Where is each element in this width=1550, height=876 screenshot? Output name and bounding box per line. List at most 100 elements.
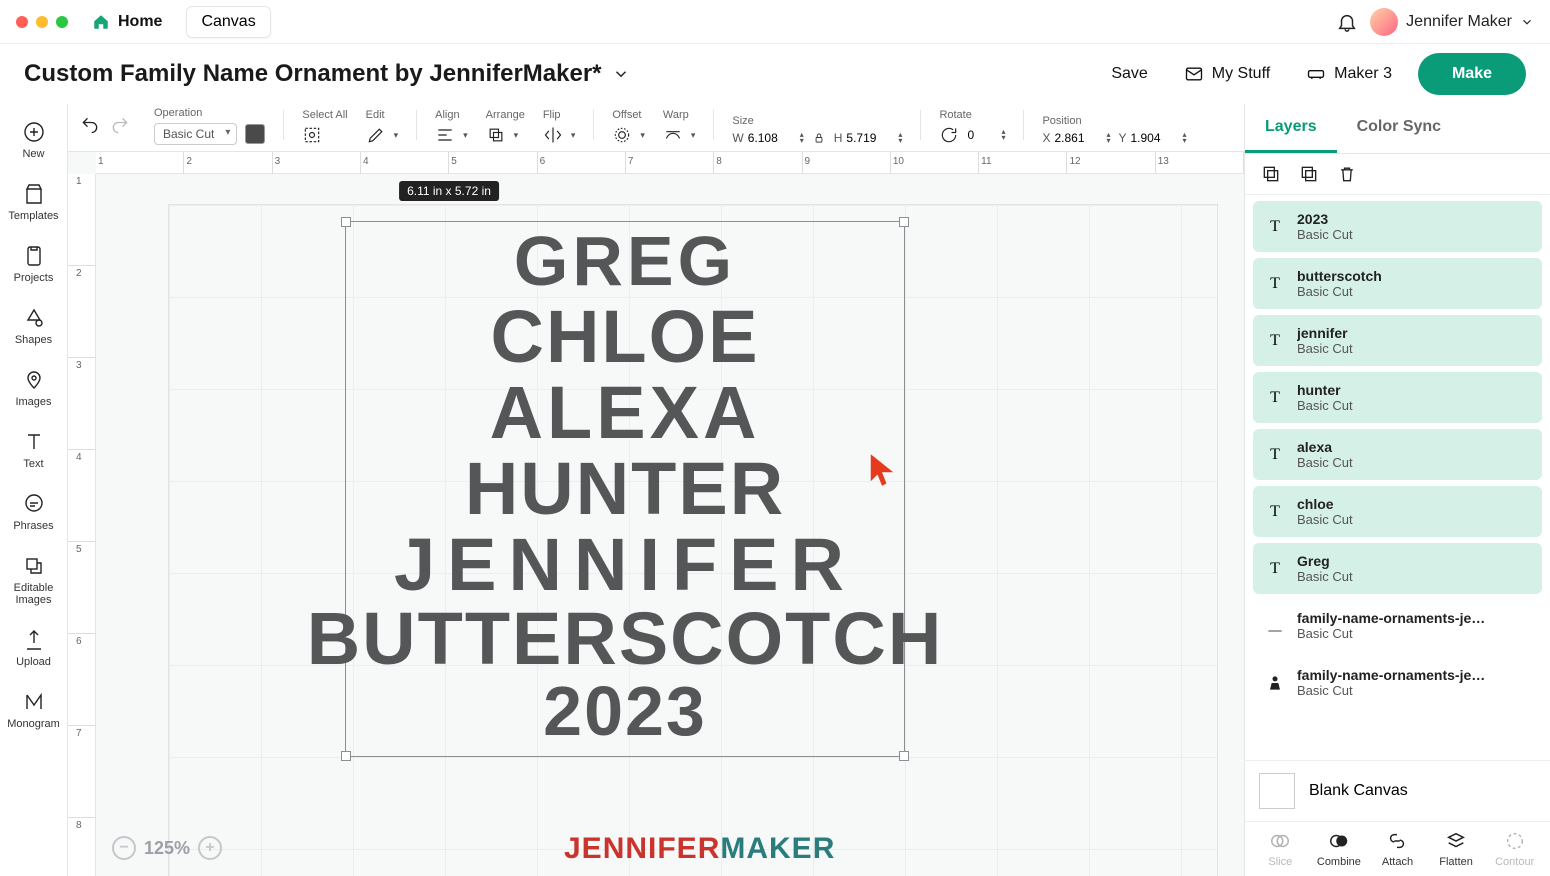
layer-sub: Basic Cut — [1297, 284, 1382, 299]
layer-item[interactable]: T2023Basic Cut — [1253, 201, 1542, 252]
layer-item[interactable]: ThunterBasic Cut — [1253, 372, 1542, 423]
handle-se[interactable] — [899, 751, 909, 761]
envelope-icon — [1184, 64, 1204, 84]
lock-icon[interactable] — [812, 131, 826, 145]
zoom-controls: − 125% + — [112, 836, 222, 860]
handle-nw[interactable] — [341, 217, 351, 227]
blank-canvas-row[interactable]: Blank Canvas — [1245, 760, 1550, 821]
fullscreen-window-dot[interactable] — [56, 16, 68, 28]
width-input[interactable] — [748, 131, 796, 145]
my-stuff-button[interactable]: My Stuff — [1174, 56, 1280, 92]
zoom-in-button[interactable]: + — [198, 836, 222, 860]
text-layer-icon: T — [1265, 274, 1285, 294]
text-layer-icon: T — [1265, 217, 1285, 237]
sidebar-shapes[interactable]: Shapes — [0, 298, 67, 354]
align-icon[interactable] — [435, 125, 455, 145]
sidebar-editable[interactable]: Editable Images — [0, 546, 67, 614]
rotate-field[interactable]: ▴▾ — [967, 128, 1005, 142]
undo-icon[interactable] — [80, 115, 100, 135]
width-stepper[interactable]: ▴▾ — [800, 132, 804, 144]
ruler-vertical: 12345678 — [68, 174, 96, 876]
rotate-input[interactable] — [967, 128, 997, 142]
select-all-icon[interactable] — [302, 125, 322, 145]
editable-icon — [22, 554, 46, 578]
warp-icon[interactable] — [663, 125, 683, 145]
flatten-button[interactable]: Flatten — [1428, 830, 1484, 868]
selection-box[interactable]: GREG CHLOE ALEXA HUNTER JENNIFER BUTTERS… — [345, 221, 905, 757]
sidebar-images[interactable]: Images — [0, 360, 67, 416]
layer-item[interactable]: TchloeBasic Cut — [1253, 486, 1542, 537]
height-stepper[interactable]: ▴▾ — [898, 132, 902, 144]
sidebar-projects[interactable]: Projects — [0, 236, 67, 292]
handle-sw[interactable] — [341, 751, 351, 761]
group-select-icon[interactable] — [1261, 164, 1281, 184]
y-stepper[interactable]: ▴▾ — [1183, 132, 1187, 144]
text-2023[interactable]: 2023 — [543, 680, 707, 743]
project-title[interactable]: Custom Family Name Ornament by JenniferM… — [24, 60, 630, 88]
width-field[interactable]: W▴▾ — [732, 131, 803, 145]
canvas-area[interactable]: 12345678910111213 12345678 6.11 in x 5.7… — [68, 152, 1244, 876]
sidebar-monogram[interactable]: Monogram — [0, 682, 67, 738]
notifications-icon[interactable] — [1336, 11, 1358, 33]
layer-sub: Basic Cut — [1297, 512, 1353, 527]
x-stepper[interactable]: ▴▾ — [1106, 132, 1110, 144]
rotate-icon[interactable] — [939, 125, 959, 145]
sidebar-upload[interactable]: Upload — [0, 620, 67, 676]
sidebar-phrases[interactable]: Phrases — [0, 484, 67, 540]
text-jennifer[interactable]: JENNIFER — [394, 532, 856, 599]
zoom-out-button[interactable]: − — [112, 836, 136, 860]
tab-color-sync[interactable]: Color Sync — [1337, 104, 1461, 153]
layer-item[interactable]: TalexaBasic Cut — [1253, 429, 1542, 480]
y-input[interactable] — [1131, 131, 1179, 145]
ruler-horizontal: 12345678910111213 — [96, 152, 1244, 174]
tab-canvas[interactable]: Canvas — [186, 6, 270, 38]
text-hunter[interactable]: HUNTER — [465, 456, 785, 523]
color-swatch[interactable] — [245, 124, 265, 144]
sidebar-text[interactable]: Text — [0, 422, 67, 478]
layer-item[interactable]: family-name-ornaments-je…Basic Cut — [1253, 600, 1542, 651]
minimize-window-dot[interactable] — [36, 16, 48, 28]
attach-button[interactable]: Attach — [1369, 830, 1425, 868]
machine-button[interactable]: Maker 3 — [1296, 56, 1402, 92]
operation-select[interactable]: Basic Cut — [154, 123, 237, 145]
templates-icon — [22, 182, 46, 206]
delete-icon[interactable] — [1337, 164, 1357, 184]
layer-item[interactable]: TjenniferBasic Cut — [1253, 315, 1542, 366]
text-chloe[interactable]: CHLOE — [491, 304, 760, 371]
layer-item[interactable]: TGregBasic Cut — [1253, 543, 1542, 594]
tab-layers[interactable]: Layers — [1245, 104, 1337, 153]
text-butterscotch[interactable]: BUTTERSCOTCH — [307, 606, 944, 673]
duplicate-icon[interactable] — [1299, 164, 1319, 184]
user-menu[interactable]: Jennifer Maker — [1370, 8, 1534, 36]
combine-label: Combine — [1317, 856, 1361, 868]
x-input[interactable] — [1054, 131, 1102, 145]
sidebar-label: Templates — [8, 210, 58, 222]
combine-button[interactable]: Combine — [1311, 830, 1367, 868]
arrange-icon[interactable] — [486, 125, 506, 145]
x-field[interactable]: X▴▾ — [1042, 131, 1110, 145]
design-mat[interactable]: 6.11 in x 5.72 in GREG CHLOE ALEXA HUNTE… — [168, 204, 1218, 876]
sidebar-templates[interactable]: Templates — [0, 174, 67, 230]
text-greg[interactable]: GREG — [514, 230, 736, 293]
text-alexa[interactable]: ALEXA — [490, 380, 761, 447]
handle-ne[interactable] — [899, 217, 909, 227]
make-button[interactable]: Make — [1418, 53, 1526, 95]
avatar — [1370, 8, 1398, 36]
height-field[interactable]: H▴▾ — [834, 131, 903, 145]
rotate-stepper[interactable]: ▴▾ — [1001, 129, 1005, 141]
sidebar-new[interactable]: New — [0, 112, 67, 168]
layer-item[interactable]: family-name-ornaments-je…Basic Cut — [1253, 657, 1542, 708]
offset-icon[interactable] — [612, 125, 632, 145]
size-label: Size — [732, 115, 753, 127]
redo-icon[interactable] — [110, 115, 130, 135]
edit-icon[interactable] — [366, 125, 386, 145]
layer-item[interactable]: TbutterscotchBasic Cut — [1253, 258, 1542, 309]
window-traffic-lights — [16, 16, 68, 28]
save-button[interactable]: Save — [1101, 57, 1157, 91]
flip-icon[interactable] — [543, 125, 563, 145]
home-button[interactable]: Home — [80, 7, 174, 37]
y-field[interactable]: Y▴▾ — [1118, 131, 1186, 145]
height-input[interactable] — [846, 131, 894, 145]
align-label: Align — [435, 109, 459, 121]
close-window-dot[interactable] — [16, 16, 28, 28]
